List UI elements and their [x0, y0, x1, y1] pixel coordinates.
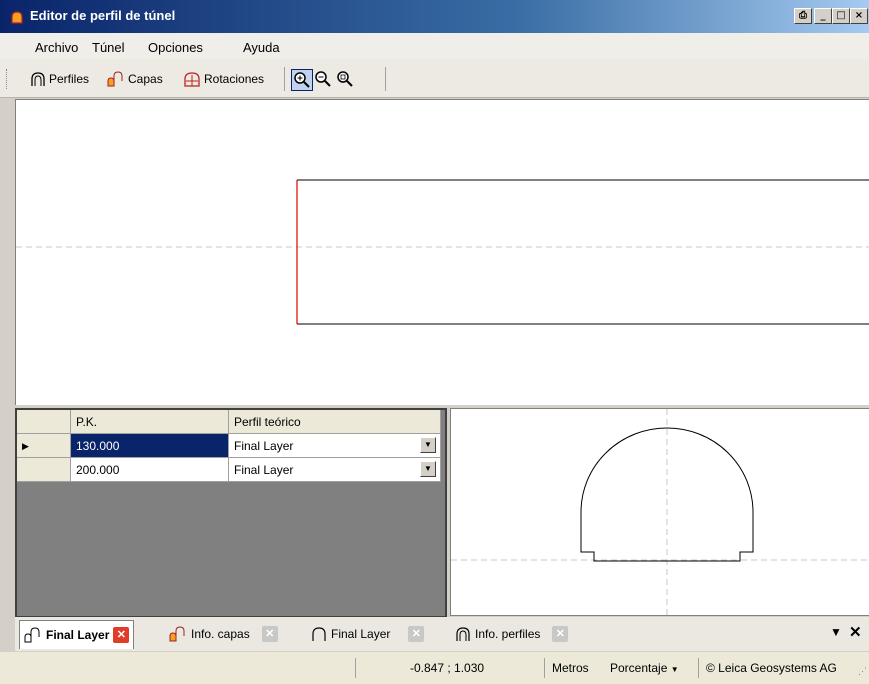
- column-header-perfil[interactable]: Perfil teórico: [229, 410, 441, 434]
- tab-label: Final Layer: [331, 627, 391, 641]
- close-tab-icon[interactable]: ✕: [408, 626, 425, 642]
- close-tab-icon[interactable]: ✕: [113, 627, 130, 643]
- window-title: Editor de perfil de túnel: [30, 8, 176, 23]
- tunnel-profile-icon: [456, 627, 470, 641]
- close-tab-icon[interactable]: ✕: [261, 626, 278, 642]
- status-separator: [355, 658, 356, 678]
- dropdown-arrow-icon[interactable]: ▼: [420, 461, 436, 477]
- row-selector-current[interactable]: ▶: [17, 434, 71, 458]
- perfil-value: Final Layer: [234, 439, 294, 453]
- table-cell-pk[interactable]: 200.000: [71, 458, 229, 482]
- app-icon: [11, 11, 23, 24]
- close-tab-icon[interactable]: ✕: [552, 626, 569, 642]
- tab-info-perfiles[interactable]: Info. perfiles ✕: [451, 620, 572, 648]
- rotaciones-label: Rotaciones: [204, 72, 265, 86]
- layers-icon: [24, 627, 40, 643]
- cross-section-drawing: [451, 409, 869, 615]
- menu-opciones[interactable]: Opciones: [148, 40, 203, 55]
- rotation-icon: [184, 72, 200, 87]
- tab-label: Info. perfiles: [475, 627, 541, 641]
- capas-label: Capas: [128, 72, 163, 86]
- close-panel-icon[interactable]: ✕: [849, 623, 862, 641]
- mode-label: Porcentaje: [610, 661, 668, 675]
- mode-dropdown[interactable]: Porcentaje ▼: [610, 661, 679, 675]
- table-cell-pk[interactable]: 130.000: [71, 434, 229, 458]
- zoom-in-icon[interactable]: [291, 69, 313, 91]
- tab-final-layer[interactable]: Final Layer ✕: [19, 620, 135, 649]
- grid-corner-header: [17, 410, 71, 434]
- capas-button[interactable]: Capas: [107, 68, 163, 90]
- minimize-button[interactable]: _: [814, 8, 832, 24]
- perfil-value: Final Layer: [234, 463, 294, 477]
- units-label: Metros: [552, 661, 589, 675]
- status-separator: [544, 658, 545, 678]
- tunnel-profile-icon: [31, 72, 45, 86]
- cursor-coordinates: -0.847 ; 1.030: [410, 661, 485, 675]
- toolbar-separator-end: [385, 67, 386, 91]
- perfiles-label: Perfiles: [49, 72, 90, 86]
- rotaciones-button[interactable]: Rotaciones: [183, 68, 264, 90]
- layers-icon: [107, 71, 123, 87]
- longitudinal-drawing: [16, 179, 869, 325]
- menu-tunel[interactable]: Túnel: [92, 40, 125, 55]
- tunnel-profile-icon: [312, 627, 326, 641]
- tab-label: Info. capas: [191, 627, 250, 641]
- title-bar: Editor de perfil de túnel ⎙ _ □ ×: [0, 0, 869, 33]
- profiles-grid: P.K. Perfil teórico ▶ 130.000 Final Laye…: [15, 408, 447, 618]
- row-selector[interactable]: [17, 458, 71, 482]
- chevron-down-icon: ▼: [670, 665, 679, 674]
- menu-bar: Archivo Túnel Opciones Ayuda: [0, 33, 869, 59]
- tab-info-capas[interactable]: Info. capas ✕: [165, 620, 282, 648]
- toolbar: Perfiles Capas Rotaciones: [0, 59, 869, 98]
- layers-icon: [169, 626, 185, 642]
- dropdown-arrow-icon[interactable]: ▼: [420, 437, 436, 453]
- toolbar-separator: [284, 67, 285, 91]
- resize-grip-icon[interactable]: ⋰: [858, 666, 867, 677]
- cross-section-view[interactable]: [450, 408, 869, 616]
- table-cell-perfil[interactable]: Final Layer ▼: [229, 434, 441, 458]
- table-cell-perfil[interactable]: Final Layer ▼: [229, 458, 441, 482]
- tab-label: Final Layer: [46, 628, 110, 642]
- longitudinal-view-canvas[interactable]: [15, 99, 869, 405]
- perfiles-button[interactable]: Perfiles: [30, 68, 89, 90]
- tab-list-dropdown-icon[interactable]: ▼: [830, 625, 842, 639]
- copyright-text: © Leica Geosystems AG: [706, 661, 837, 675]
- print-icon[interactable]: ⎙: [794, 8, 812, 24]
- zoom-extents-icon[interactable]: [335, 69, 355, 89]
- status-separator: [698, 658, 699, 678]
- close-button[interactable]: ×: [850, 8, 868, 24]
- zoom-out-icon[interactable]: [313, 69, 333, 89]
- toolbar-grip[interactable]: [6, 69, 9, 89]
- tab-final-layer-2[interactable]: Final Layer ✕: [307, 620, 428, 648]
- status-bar: -0.847 ; 1.030 Metros Porcentaje ▼ © Lei…: [0, 652, 869, 684]
- document-tabs: Final Layer ✕ Info. capas ✕ Final Layer …: [15, 617, 869, 651]
- menu-archivo[interactable]: Archivo: [35, 40, 78, 55]
- maximize-button[interactable]: □: [832, 8, 850, 24]
- column-header-pk[interactable]: P.K.: [71, 410, 229, 434]
- menu-ayuda[interactable]: Ayuda: [243, 40, 280, 55]
